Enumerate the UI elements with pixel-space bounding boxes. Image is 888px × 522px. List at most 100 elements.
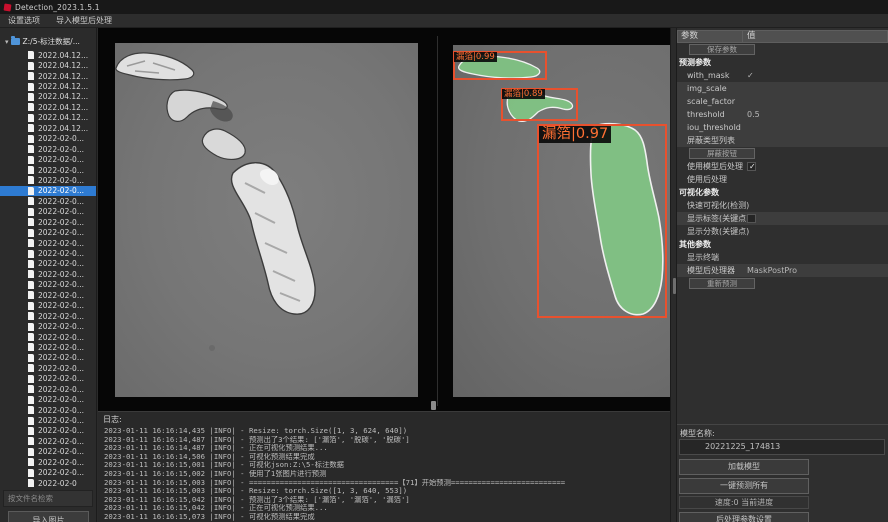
tree-item[interactable]: 2022-02-0... (0, 217, 97, 227)
tree-item[interactable]: 2022-02-0... (0, 259, 97, 269)
param-row[interactable]: 屏蔽类型列表 (677, 134, 888, 147)
tree-item-label: 2022.04.12... (38, 124, 88, 133)
param-row[interactable]: 使用后处理 (677, 173, 888, 186)
log-splitter-grip[interactable] (431, 401, 436, 410)
param-button[interactable]: 重新预测 (689, 278, 755, 289)
checkbox-checked-icon[interactable] (747, 162, 756, 171)
param-button[interactable]: 屏蔽按钮 (689, 148, 755, 159)
original-image-panel[interactable] (115, 43, 418, 397)
param-label: 显示分数(关键点) (677, 226, 741, 237)
tree-item[interactable]: 2022-02-0... (0, 290, 97, 300)
tree-item[interactable]: 2022-02-0... (0, 269, 97, 279)
tree-root-row[interactable]: ▾ Z:/5-标注数据/... (0, 36, 80, 47)
tree-item[interactable]: 2022-02-0... (0, 175, 97, 185)
param-row[interactable]: img_scale (677, 82, 888, 95)
vertical-splitter[interactable] (670, 28, 677, 522)
tree-item[interactable]: 2022-02-0 (0, 478, 97, 488)
log-title: 日志: (103, 414, 122, 425)
tree-item[interactable]: 2022-02-0... (0, 342, 97, 352)
tree-item[interactable]: 2022-02-0... (0, 436, 97, 446)
tree-item[interactable]: 2022-02-0... (0, 457, 97, 467)
tree-item[interactable]: 2022.04.12... (0, 123, 97, 133)
tree-item[interactable]: 2022.04.12... (0, 50, 97, 60)
load-model-button[interactable]: 加载模型 (679, 459, 809, 475)
tree-item[interactable]: 2022-02-0... (0, 301, 97, 311)
file-icon (28, 197, 34, 205)
tree-item[interactable]: 2022-02-0... (0, 363, 97, 373)
tree-item[interactable]: 2022-02-0... (0, 165, 97, 175)
tree-item[interactable]: 2022.04.12... (0, 92, 97, 102)
tree-item[interactable]: 2022.04.12... (0, 102, 97, 112)
tree-item[interactable]: 2022-02-0... (0, 238, 97, 248)
tree-item[interactable]: 2022-02-0... (0, 196, 97, 206)
param-row[interactable]: threshold0.5 (677, 108, 888, 121)
file-tree-items: 2022.04.12...2022.04.12...2022.04.12...2… (0, 50, 97, 488)
tree-item[interactable]: 2022.04.12... (0, 71, 97, 81)
file-icon (28, 218, 34, 226)
tree-item[interactable]: 2022.04.12... (0, 81, 97, 91)
param-value[interactable] (741, 214, 888, 223)
param-row[interactable]: 显示分数(关键点) (677, 225, 888, 238)
param-value[interactable]: MaskPostPro (741, 266, 888, 275)
param-row[interactable]: 显示标签(关键点) (677, 212, 888, 225)
file-icon (28, 229, 34, 237)
file-icon (28, 281, 34, 289)
model-name-field[interactable]: 20221225_174813 (679, 439, 885, 455)
tree-item[interactable]: 2022-02-0... (0, 144, 97, 154)
param-value[interactable]: ✓ (741, 71, 888, 80)
tree-item[interactable]: 2022-02-0... (0, 227, 97, 237)
predict-all-button[interactable]: 一键预测所有 (679, 478, 809, 494)
tree-item-label: 2022-02-0... (38, 385, 84, 394)
params-rows: 保存参数预测参数with_mask✓img_scalescale_factort… (677, 43, 888, 290)
import-images-button[interactable]: 导入图片 (8, 511, 89, 522)
tree-item[interactable]: 2022-02-0... (0, 248, 97, 258)
tree-item[interactable]: 2022-02-0... (0, 186, 97, 196)
param-button-row: 重新预测 (677, 277, 888, 290)
detection-box-3 (537, 124, 667, 318)
log-line: 2023-01-11 16:16:14,487 |INFO| - 正在可视化预测… (104, 444, 764, 453)
chevron-down-icon[interactable]: ▾ (5, 38, 9, 46)
tree-item[interactable]: 2022-02-0... (0, 353, 97, 363)
param-row[interactable]: 模型后处理器MaskPostPro (677, 264, 888, 277)
file-icon (28, 72, 34, 80)
param-button[interactable]: 保存参数 (689, 44, 755, 55)
log-lines[interactable]: 2023-01-11 16:16:14,435 |INFO| - Resize:… (104, 427, 764, 522)
tree-item[interactable]: 2022-02-0... (0, 321, 97, 331)
checkbox-icon[interactable] (747, 214, 756, 223)
tree-item-label: 2022-02-0... (38, 343, 84, 352)
param-row[interactable]: scale_factor (677, 95, 888, 108)
tree-item[interactable]: 2022.04.12... (0, 60, 97, 70)
file-icon (28, 312, 34, 320)
tree-item-label: 2022-02-0... (38, 468, 84, 477)
param-row[interactable]: 快速可视化(检测) (677, 199, 888, 212)
menu-item-settings[interactable]: 设置选项 (0, 14, 48, 28)
param-row[interactable]: 显示终端 (677, 251, 888, 264)
tree-item[interactable]: 2022-02-0... (0, 468, 97, 478)
file-icon (28, 437, 34, 445)
tree-item[interactable]: 2022-02-0... (0, 332, 97, 342)
tree-item[interactable]: 2022-02-0... (0, 415, 97, 425)
search-input[interactable] (3, 490, 93, 507)
tree-item[interactable]: 2022.04.12... (0, 113, 97, 123)
vertical-splitter-grip[interactable] (673, 278, 676, 294)
menu-item-import-postprocess[interactable]: 导入模型后处理 (48, 14, 120, 28)
param-row[interactable]: 使用模型后处理 (677, 160, 888, 173)
tree-item[interactable]: 2022-02-0... (0, 426, 97, 436)
param-value[interactable]: 0.5 (741, 110, 888, 119)
tree-item[interactable]: 2022-02-0... (0, 134, 97, 144)
tree-item[interactable]: 2022-02-0... (0, 311, 97, 321)
param-value[interactable] (741, 162, 888, 171)
tree-item[interactable]: 2022-02-0... (0, 447, 97, 457)
file-icon (28, 83, 34, 91)
tree-item[interactable]: 2022-02-0... (0, 374, 97, 384)
tree-item-label: 2022-02-0... (38, 176, 84, 185)
postprocess-settings-button[interactable]: 后处理参数设置 (679, 512, 809, 522)
tree-item[interactable]: 2022-02-0... (0, 405, 97, 415)
tree-item[interactable]: 2022-02-0... (0, 154, 97, 164)
tree-item[interactable]: 2022-02-0... (0, 207, 97, 217)
param-row[interactable]: iou_threshold (677, 121, 888, 134)
param-row[interactable]: with_mask✓ (677, 69, 888, 82)
tree-item[interactable]: 2022-02-0... (0, 280, 97, 290)
tree-item[interactable]: 2022-02-0... (0, 394, 97, 404)
tree-item[interactable]: 2022-02-0... (0, 384, 97, 394)
